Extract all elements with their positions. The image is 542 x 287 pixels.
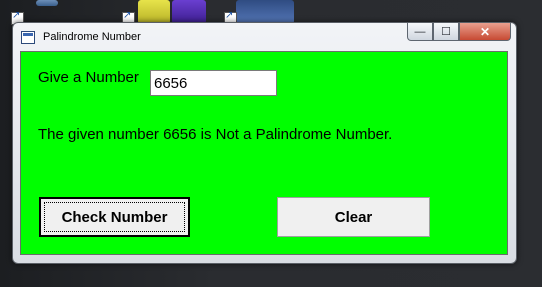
clear-button[interactable]: Clear xyxy=(277,197,430,237)
title-bar[interactable]: Palindrome Number — ☐ ✕ xyxy=(13,23,516,49)
desktop-icon[interactable] xyxy=(172,0,206,24)
check-number-button[interactable]: Check Number xyxy=(39,197,190,237)
form-client-area: Give a Number The given number 6656 is N… xyxy=(20,51,508,255)
desktop-icon[interactable] xyxy=(36,0,58,6)
close-button[interactable]: ✕ xyxy=(459,23,511,41)
close-icon: ✕ xyxy=(479,24,491,39)
app-window-icon[interactable] xyxy=(21,31,35,44)
result-label: The given number 6656 is Not a Palindrom… xyxy=(38,126,393,143)
maximize-button[interactable]: ☐ xyxy=(433,23,459,41)
number-input[interactable] xyxy=(150,70,277,96)
maximize-icon: ☐ xyxy=(441,26,451,38)
prompt-label: Give a Number xyxy=(38,69,139,86)
desktop-icon[interactable] xyxy=(138,0,170,24)
window-controls: — ☐ ✕ xyxy=(407,23,511,41)
minimize-button[interactable]: — xyxy=(407,23,433,41)
desktop-icon[interactable] xyxy=(236,0,294,24)
window-title: Palindrome Number xyxy=(43,31,141,43)
minimize-icon: — xyxy=(414,25,426,38)
palindrome-window: Palindrome Number — ☐ ✕ Give a Number Th… xyxy=(12,22,517,264)
